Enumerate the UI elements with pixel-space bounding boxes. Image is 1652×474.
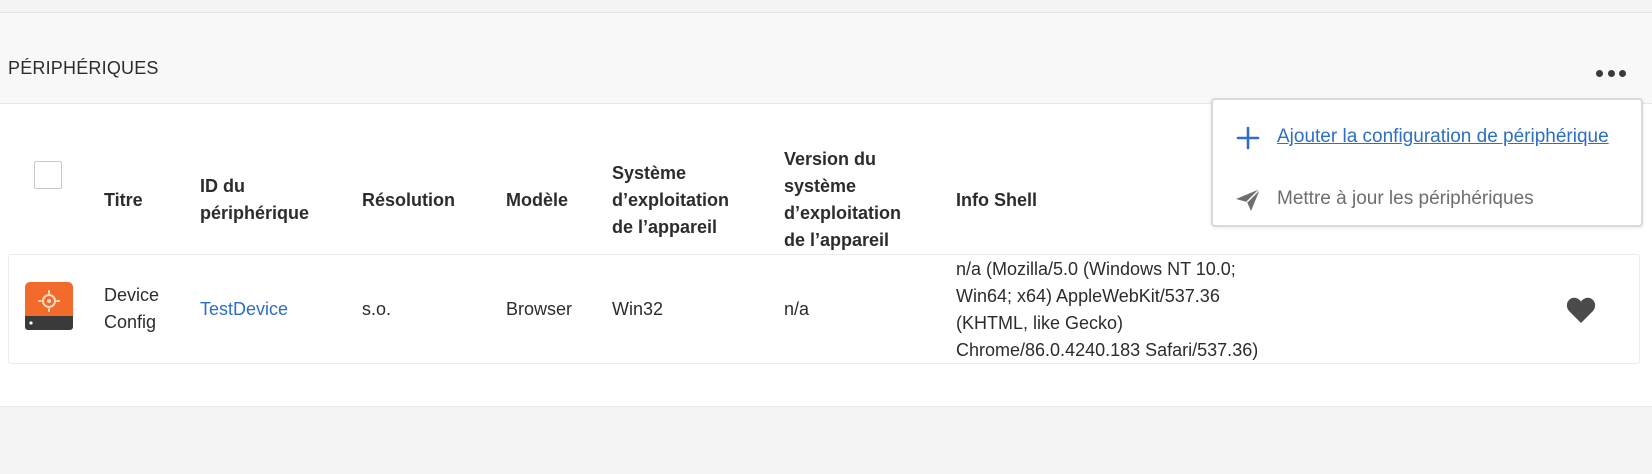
- top-band: [0, 0, 1652, 13]
- device-id-link[interactable]: TestDevice: [200, 296, 288, 323]
- row-os-version: n/a: [784, 299, 810, 319]
- column-header-model[interactable]: Modèle: [506, 187, 568, 214]
- row-os: Win32: [612, 299, 664, 319]
- menu-item-label: Ajouter la configuration de périphérique: [1277, 126, 1609, 147]
- footer-band: [0, 407, 1652, 474]
- column-header-os-version[interactable]: Version du système d’exploitation de l’a…: [784, 146, 901, 254]
- device-config-thumbnail-icon: [25, 282, 73, 330]
- menu-item-label: Mettre à jour les périphériques: [1277, 188, 1534, 209]
- select-all-checkbox[interactable]: [34, 161, 62, 189]
- row-title: Device Config: [104, 285, 160, 332]
- page-title: PÉRIPHÉRIQUES: [8, 58, 159, 78]
- row-model: Browser: [506, 299, 573, 319]
- heart-icon[interactable]: [1566, 296, 1596, 324]
- row-resolution: s.o.: [362, 299, 392, 319]
- column-header-os[interactable]: Système d’exploitation de l’appareil: [612, 160, 729, 241]
- actions-popover: Ajouter la configuration de périphérique…: [1211, 98, 1643, 227]
- row-shell-info: n/a (Mozilla/5.0 (Windows NT 10.0; Win64…: [956, 259, 1259, 360]
- menu-item-update-devices[interactable]: Mettre à jour les périphériques: [1213, 174, 1641, 224]
- more-options-icon[interactable]: [1596, 63, 1626, 83]
- send-icon: [1236, 188, 1261, 211]
- column-header-shell-info[interactable]: Info Shell: [956, 187, 1037, 214]
- section-header: PÉRIPHÉRIQUES: [0, 13, 1652, 104]
- column-header-resolution[interactable]: Résolution: [362, 187, 455, 214]
- column-header-device-id[interactable]: ID du périphérique: [200, 173, 309, 227]
- menu-item-add-device-config[interactable]: Ajouter la configuration de périphérique: [1213, 112, 1641, 162]
- column-header-title[interactable]: Titre: [104, 187, 143, 214]
- plus-icon: [1236, 126, 1260, 150]
